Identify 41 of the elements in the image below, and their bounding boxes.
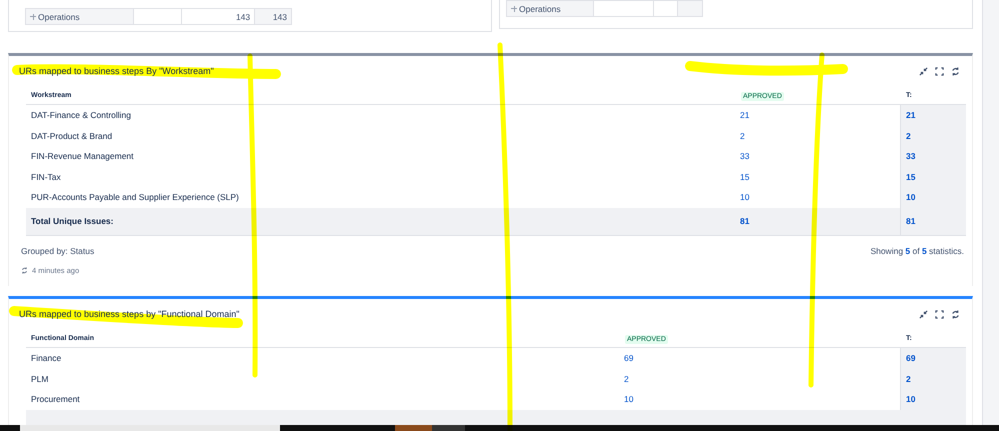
table-cell-text: FIN-Tax [30, 172, 62, 182]
count-link[interactable]: 10 [624, 394, 634, 404]
count-link[interactable]: 2 [906, 130, 911, 141]
count-link[interactable]: 15 [906, 172, 916, 182]
row-label: Operations [519, 4, 561, 14]
table-cell-text: PLM [30, 374, 50, 384]
count-link[interactable]: 69 [624, 353, 634, 364]
fullscreen-icon[interactable] [935, 66, 944, 76]
table-cell-text: Procurement [30, 394, 81, 404]
table-cell-text: PUR-Accounts Payable and Supplier Experience (SLP) [30, 192, 240, 202]
table-cell-text: FIN-Revenue Management [30, 151, 135, 162]
count-link[interactable]: 21 [740, 110, 750, 120]
minimize-icon[interactable] [919, 310, 928, 318]
count-link[interactable]: 69 [906, 353, 916, 364]
count-link[interactable]: 2 [906, 374, 911, 384]
refresh-icon[interactable] [951, 310, 960, 318]
table-cell-text: DAT-Finance & Controlling [30, 110, 132, 120]
count-link[interactable]: 2 [740, 130, 745, 141]
minimize-icon[interactable] [919, 66, 928, 76]
table-cell: 143 [255, 9, 291, 24]
count-link[interactable]: 10 [906, 394, 916, 404]
table-cell-text: Total Unique Issues: [30, 216, 114, 226]
grouping-note: Grouped by: Status [21, 246, 94, 256]
refresh-icon[interactable] [21, 266, 28, 274]
table-cell-text: Finance [30, 353, 62, 364]
row-label: Operations [38, 12, 80, 22]
statistics-count: Showing 5 of 5 statistics. [870, 246, 964, 256]
refresh-icon[interactable] [951, 66, 960, 76]
fullscreen-icon[interactable] [935, 310, 944, 318]
count-link[interactable]: 21 [906, 110, 916, 120]
count-link[interactable]: 10 [740, 192, 750, 202]
taskbar-search-field[interactable] [20, 425, 280, 431]
count-link[interactable]: 81 [740, 216, 750, 226]
count-link[interactable]: 2 [624, 374, 629, 384]
count-link[interactable]: 15 [740, 172, 750, 182]
count-link[interactable]: 33 [740, 151, 750, 162]
count-link[interactable]: 10 [906, 192, 916, 202]
count-link[interactable]: 33 [906, 151, 916, 162]
gadget-title: URs mapped to business steps By "Workstream" [19, 66, 214, 76]
table-cell-text: DAT-Product & Brand [30, 130, 114, 141]
count-link[interactable]: 81 [906, 216, 916, 226]
